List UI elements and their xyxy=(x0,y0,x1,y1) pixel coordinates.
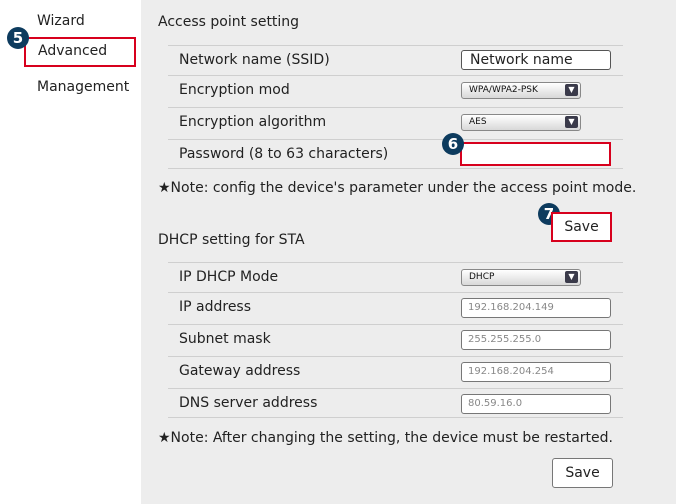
chevron-down-icon: ▼ xyxy=(565,116,578,128)
ip-address-row: IP address 192.168.204.149 xyxy=(168,292,623,322)
password-label: Password (8 to 63 characters) xyxy=(179,146,389,162)
gateway-input[interactable]: 192.168.204.254 xyxy=(461,362,611,382)
password-row: Password (8 to 63 characters) xyxy=(168,139,623,169)
encryption-mode-select[interactable]: WPA/WPA2-PSK ▼ xyxy=(461,82,581,99)
ip-address-input[interactable]: 192.168.204.149 xyxy=(461,298,611,318)
subnet-mask-input[interactable]: 255.255.255.0 xyxy=(461,330,611,350)
sidebar-item-advanced[interactable]: Advanced xyxy=(24,37,136,67)
encryption-algorithm-value: AES xyxy=(469,117,487,127)
sidebar: Wizard Advanced Management 5 xyxy=(0,0,141,504)
encryption-algorithm-select[interactable]: AES ▼ xyxy=(461,114,581,131)
encryption-mode-label: Encryption mod xyxy=(179,82,290,98)
dns-input[interactable]: 80.59.16.0 xyxy=(461,394,611,414)
dhcp-save-button[interactable]: Save xyxy=(552,458,613,488)
dhcp-note: ★Note: After changing the setting, the d… xyxy=(158,430,613,446)
sidebar-item-wizard[interactable]: Wizard xyxy=(37,13,85,29)
step-badge-6: 6 xyxy=(442,133,464,155)
dhcp-section-title: DHCP setting for STA xyxy=(158,232,305,248)
chevron-down-icon: ▼ xyxy=(565,84,578,96)
dhcp-mode-value: DHCP xyxy=(469,272,495,282)
ap-save-button[interactable]: Save xyxy=(551,212,612,242)
encryption-algorithm-row: Encryption algorithm AES ▼ xyxy=(168,107,623,137)
ip-address-label: IP address xyxy=(179,299,252,315)
sidebar-item-management[interactable]: Management xyxy=(37,79,129,95)
dns-label: DNS server address xyxy=(179,395,318,411)
ssid-input[interactable]: Network name xyxy=(461,50,611,70)
subnet-mask-row: Subnet mask 255.255.255.0 xyxy=(168,324,623,354)
ssid-row: Network name (SSID) Network name xyxy=(168,45,623,75)
chevron-down-icon: ▼ xyxy=(565,271,578,283)
step-badge-5: 5 xyxy=(7,27,29,49)
encryption-mode-row: Encryption mod WPA/WPA2-PSK ▼ xyxy=(168,75,623,105)
access-point-section-title: Access point setting xyxy=(158,14,300,30)
access-point-note: ★Note: config the device's parameter und… xyxy=(158,180,637,196)
dns-row: DNS server address 80.59.16.0 xyxy=(168,388,623,418)
dhcp-mode-label: IP DHCP Mode xyxy=(179,269,279,285)
dhcp-mode-row: IP DHCP Mode DHCP ▼ xyxy=(168,262,623,292)
encryption-mode-value: WPA/WPA2-PSK xyxy=(469,85,538,95)
gateway-row: Gateway address 192.168.204.254 xyxy=(168,356,623,386)
settings-panel: Access point setting Network name (SSID)… xyxy=(141,0,676,504)
password-input[interactable] xyxy=(460,142,611,166)
ssid-label: Network name (SSID) xyxy=(179,52,330,68)
encryption-algorithm-label: Encryption algorithm xyxy=(179,114,327,130)
dhcp-mode-select[interactable]: DHCP ▼ xyxy=(461,269,581,286)
gateway-label: Gateway address xyxy=(179,363,301,379)
subnet-mask-label: Subnet mask xyxy=(179,331,271,347)
